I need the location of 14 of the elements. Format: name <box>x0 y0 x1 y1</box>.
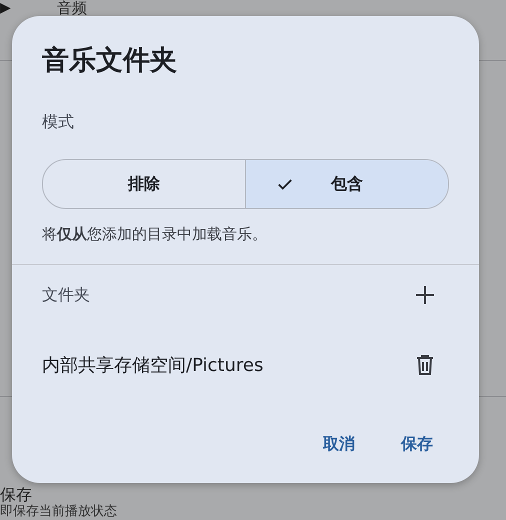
dialog-title: 音乐文件夹 <box>42 44 178 78</box>
mode-toggle[interactable]: 排除 <box>43 160 245 208</box>
setting-title: 保存 <box>0 485 33 504</box>
helper-text: 将仅从您添加的目录中加载音乐。 <box>42 225 268 244</box>
add-icon[interactable] <box>413 283 437 307</box>
section-label: 模式 <box>42 112 75 133</box>
dialog-button[interactable]: 保存 <box>393 428 441 461</box>
setting-subtitle: 即保存当前播放状态 <box>0 504 118 520</box>
expand-arrow[interactable]: ▶ <box>0 0 11 16</box>
section-title: 音频 <box>56 0 87 17</box>
folder-path: 内部共享存储空间/Pictures <box>42 354 264 377</box>
section-label: 文件夹 <box>42 284 90 306</box>
dialog-button[interactable]: 取消 <box>315 428 363 461</box>
mode-toggle[interactable]: 包含 <box>245 160 448 208</box>
